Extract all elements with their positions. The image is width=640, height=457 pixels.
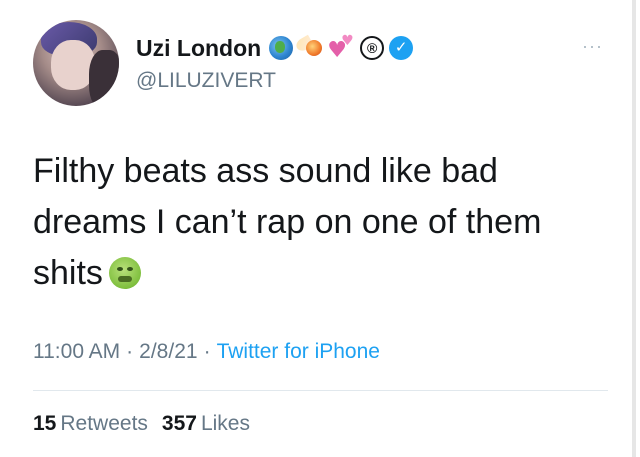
- retweets-stat[interactable]: 15 Retweets: [33, 412, 148, 435]
- tweet-time[interactable]: 11:00 AM: [33, 340, 120, 363]
- name-emojis: ♥ ♥ ® ✓: [269, 33, 414, 62]
- meta-separator: ·: [203, 340, 211, 363]
- user-handle[interactable]: @LILUZIVERT: [136, 69, 276, 93]
- tweet-source-link[interactable]: Twitter for iPhone: [217, 340, 380, 363]
- tweet-date[interactable]: 2/8/21: [139, 340, 197, 363]
- avatar[interactable]: [33, 20, 119, 106]
- avatar-shadow: [89, 50, 119, 106]
- tweet-meta: 11:00 AM · 2/8/21 · Twitter for iPhone: [33, 340, 380, 364]
- registered-icon: ®: [360, 36, 385, 60]
- retweets-count: 15: [33, 412, 57, 435]
- nauseated-face-mouth: [117, 276, 132, 282]
- hearts-icon: ♥ ♥: [327, 33, 357, 62]
- meta-separator: ·: [126, 340, 134, 363]
- likes-label: Likes: [200, 412, 250, 435]
- scrollbar[interactable]: [632, 0, 636, 457]
- likes-count: 357: [161, 412, 197, 435]
- comet-icon: [294, 34, 324, 60]
- retweets-label: Retweets: [60, 412, 148, 435]
- likes-stat[interactable]: 357 Likes: [162, 412, 250, 435]
- globe-icon: [269, 36, 294, 60]
- tweet-text-container: Filthy beats ass sound like bad dreams I…: [33, 146, 608, 299]
- verified-badge-icon: ✓: [389, 36, 414, 60]
- more-options-icon[interactable]: ···: [582, 36, 603, 57]
- tweet-card: Uzi London ♥ ♥ ® ✓ @LILUZIVERT ··· Filth…: [0, 0, 640, 457]
- comet-ball: [306, 40, 323, 56]
- tweet-stats: 15 Retweets 357 Likes: [33, 412, 250, 436]
- author-name-row: Uzi London ♥ ♥ ® ✓: [136, 33, 414, 63]
- heart-small-icon: ♥: [341, 33, 354, 49]
- display-name[interactable]: Uzi London: [136, 35, 261, 62]
- divider: [33, 390, 608, 391]
- nauseated-face-icon: [108, 257, 141, 289]
